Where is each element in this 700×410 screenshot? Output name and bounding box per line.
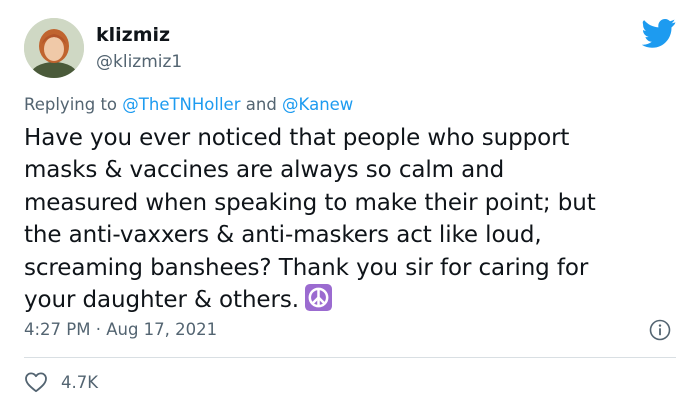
tweet-text-line: your daughter & others. bbox=[24, 287, 299, 314]
display-name[interactable]: klizmiz bbox=[96, 22, 170, 48]
divider bbox=[24, 357, 676, 358]
replying-to-prefix: Replying to bbox=[24, 95, 118, 114]
mention-link[interactable]: @TheTNHoller bbox=[122, 95, 240, 114]
tweet-text-line: masks & vaccines are always so calm and bbox=[24, 157, 505, 184]
user-handle[interactable]: @klizmiz1 bbox=[96, 50, 182, 74]
tweet-text-line: measured when speaking to make their poi… bbox=[24, 189, 596, 216]
avatar-photo bbox=[24, 18, 84, 78]
tweet-text-line: Have you ever noticed that people who su… bbox=[24, 125, 570, 151]
peace-symbol-emoji-icon bbox=[304, 284, 332, 312]
replying-to: Replying to @TheTNHoller and @Kanew bbox=[24, 93, 353, 117]
avatar[interactable] bbox=[24, 18, 84, 78]
info-icon[interactable] bbox=[649, 319, 671, 341]
tweet-text-line: screaming banshees? Thank you sir for ca… bbox=[24, 254, 589, 281]
heart-icon[interactable] bbox=[24, 371, 48, 393]
mention-link[interactable]: @Kanew bbox=[282, 95, 353, 114]
like-count[interactable]: 4.7K bbox=[61, 371, 98, 395]
replying-to-and: and bbox=[245, 95, 277, 114]
tweet-text-line-last: your daughter & others. bbox=[24, 284, 684, 316]
tweet-timestamp[interactable]: 4:27 PM · Aug 17, 2021 bbox=[24, 318, 217, 342]
tweet-text: Have you ever noticed that people who su… bbox=[24, 122, 684, 316]
tweet-text-line: the anti-vaxxers & anti-maskers act like… bbox=[24, 222, 542, 249]
twitter-bird-icon[interactable] bbox=[642, 18, 676, 48]
